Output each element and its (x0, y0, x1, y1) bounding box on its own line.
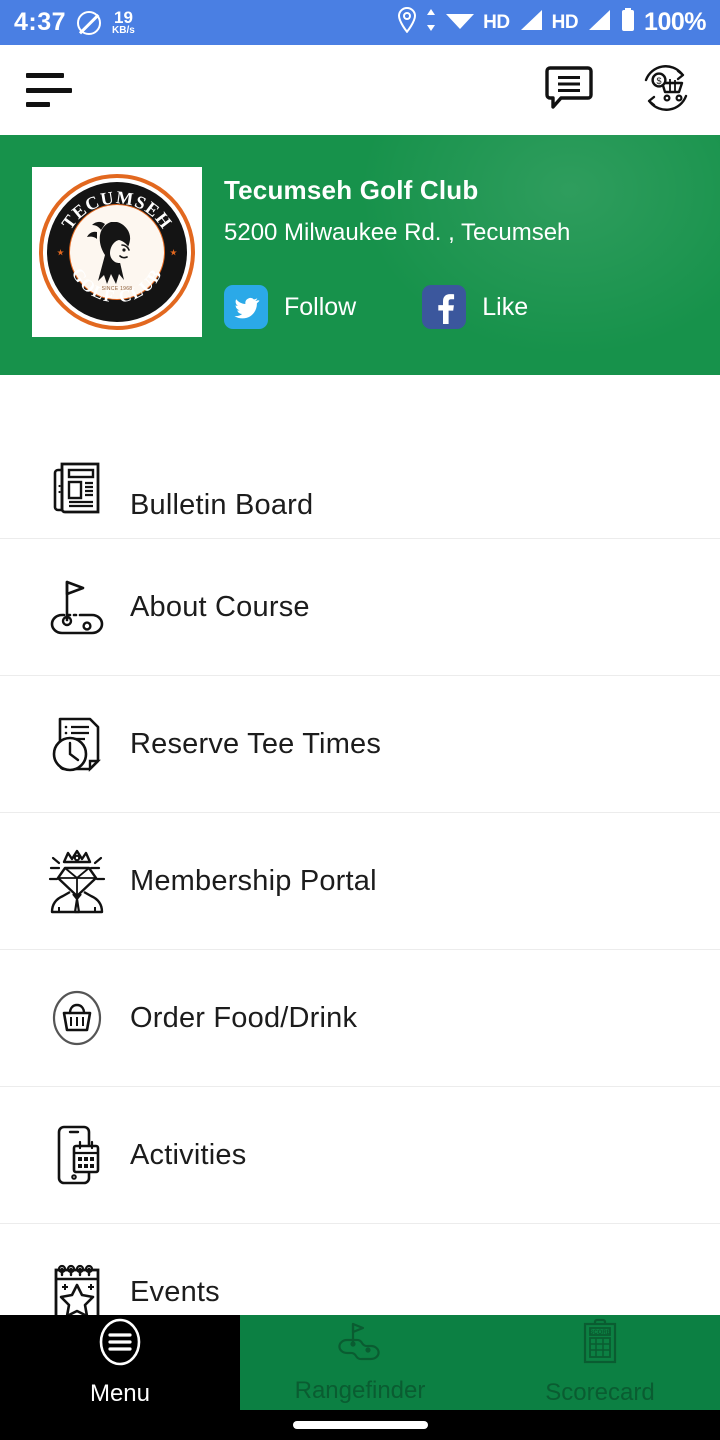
signal-bars-icon (518, 7, 544, 38)
golf-green-flag-icon (334, 1320, 386, 1369)
menu-item-bulletin-board[interactable]: Bulletin Board (0, 375, 720, 539)
menu-panel[interactable]: Bulletin Board About Course Reserve Tee … (0, 375, 720, 1440)
hamburger-menu-icon[interactable] (26, 73, 72, 107)
menu-item-activities[interactable]: Activities (0, 1087, 720, 1224)
status-bar: 4:37 19 KB/s HD HD 100% (0, 0, 720, 45)
menu-item-label: Events (130, 1275, 220, 1308)
menu-item-label: Activities (130, 1138, 247, 1171)
data-rate-value: 19 (113, 8, 133, 27)
logo-arc-top-text: TECUMSEH (57, 187, 175, 233)
chat-bubble-icon[interactable] (545, 65, 593, 116)
wifi-icon (445, 7, 475, 38)
menu-item-reserve-tee-times[interactable]: Reserve Tee Times (0, 676, 720, 813)
signal-bars-secondary-icon (586, 7, 612, 38)
battery-icon (620, 7, 636, 38)
logo-arc-text: TECUMSEH GOLF CLUB (57, 187, 176, 307)
nav-tab-scorecard[interactable]: SCORE Scorecard (480, 1315, 720, 1410)
wifi-hd-label: HD (483, 11, 510, 33)
scorecard-icon-text: SCORE (589, 1330, 610, 1336)
menu-item-membership-portal[interactable]: Membership Portal (0, 813, 720, 950)
svg-text:TECUMSEH: TECUMSEH (57, 187, 176, 233)
wifi-transfer-arrows-icon (425, 7, 437, 38)
newspaper-icon (24, 456, 130, 522)
app-bar: $ (0, 45, 720, 135)
home-gesture-pill[interactable] (292, 1421, 428, 1429)
menu-item-label: Membership Portal (130, 864, 377, 897)
club-address: 5200 Milwaukee Rd. , Tecumseh (224, 219, 571, 246)
facebook-like-button[interactable]: Like (422, 285, 528, 329)
cart-refresh-dollar-icon[interactable]: $ (638, 62, 694, 119)
nav-tab-label: Rangefinder (294, 1377, 426, 1404)
circle-hamburger-icon (96, 1317, 144, 1372)
data-rate-indicator: 19 KB/s (112, 9, 135, 36)
facebook-like-label: Like (482, 292, 529, 321)
bottom-nav: Menu Rangefinder SCORE Scorecard (0, 1315, 720, 1410)
shopping-basket-circle-icon (24, 983, 130, 1053)
nav-tab-label: Scorecard (545, 1379, 655, 1406)
twitter-follow-label: Follow (284, 292, 357, 321)
golf-flag-green-icon (24, 574, 130, 640)
nav-tab-rangefinder[interactable]: Rangefinder (240, 1315, 480, 1410)
twitter-follow-button[interactable]: Follow (224, 285, 356, 329)
data-rate-unit: KB/s (112, 25, 135, 36)
system-gesture-bar (0, 1410, 720, 1440)
menu-item-label: About Course (130, 590, 310, 623)
battery-percent-label: 100% (644, 8, 706, 36)
clipboard-score-icon: SCORE (578, 1318, 622, 1371)
club-header: TECUMSEH GOLF CLUB SINCE 1968 Tecumseh G… (0, 135, 720, 375)
svg-text:$: $ (656, 76, 661, 86)
logo-since-text: SINCE 1968 (101, 285, 133, 292)
do-not-disturb-icon (77, 10, 102, 35)
menu-item-label: Reserve Tee Times (130, 727, 382, 760)
nav-tab-menu[interactable]: Menu (0, 1315, 240, 1410)
facebook-icon (422, 285, 467, 329)
phone-calendar-icon (24, 1120, 130, 1190)
status-bar-clock: 4:37 (14, 8, 67, 36)
nav-tab-label: Menu (89, 1380, 151, 1407)
menu-item-label: Bulletin Board (130, 489, 314, 521)
club-name: Tecumseh Golf Club (224, 175, 479, 205)
menu-item-about-course[interactable]: About Course (0, 539, 720, 676)
menu-item-order-food-drink[interactable]: Order Food/Drink (0, 950, 720, 1087)
location-pin-icon (397, 6, 417, 38)
club-logo: TECUMSEH GOLF CLUB SINCE 1968 (32, 167, 202, 337)
crowned-diamond-member-icon (24, 846, 130, 916)
menu-item-label: Order Food/Drink (130, 1001, 358, 1034)
twitter-icon (224, 285, 268, 329)
document-clock-icon (24, 711, 130, 777)
signal-hd-label: HD (551, 11, 579, 33)
